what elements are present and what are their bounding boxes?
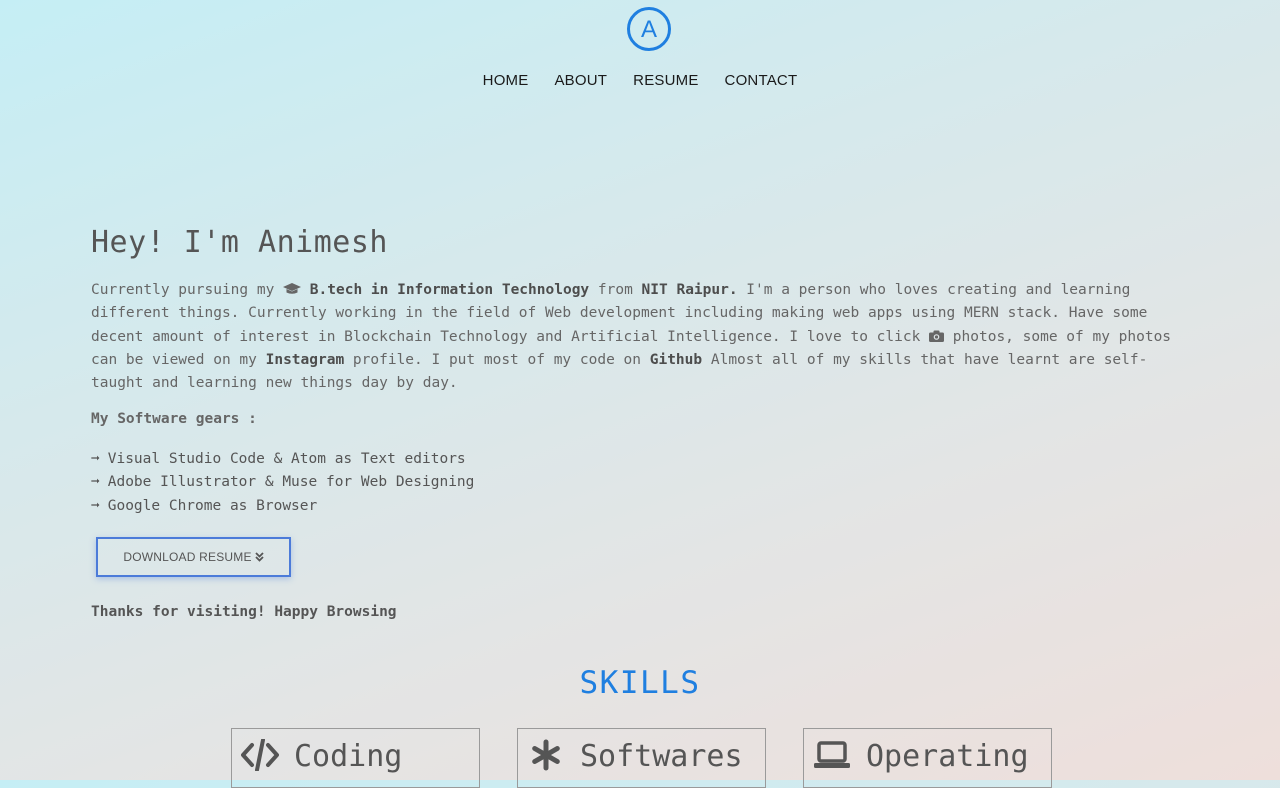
- skill-card-label: Operating: [866, 739, 1029, 774]
- list-item: ➞ Adobe Illustrator & Muse for Web Design…: [91, 471, 474, 494]
- gear-text: Adobe Illustrator & Muse for Web Designi…: [107, 474, 475, 491]
- skill-card-operating[interactable]: Operating: [803, 728, 1052, 788]
- camera-icon: [929, 330, 945, 342]
- download-resume-button[interactable]: DOWNLOAD RESUME: [96, 537, 291, 577]
- nav-about[interactable]: ABOUT: [541, 72, 620, 89]
- site-logo[interactable]: A: [626, 6, 672, 52]
- skill-card-coding[interactable]: Coding: [231, 728, 480, 788]
- gears-title: My Software gears :: [91, 411, 257, 427]
- intro-text-5: profile. I put most of my code on: [344, 351, 650, 368]
- intro-text-1: Currently pursuing my: [91, 282, 284, 298]
- main-nav: HOME ABOUT RESUME CONTACT: [0, 72, 1280, 89]
- skill-card-softwares[interactable]: Softwares: [517, 728, 766, 788]
- intro-paragraph: Currently pursuing my B.tech in Informat…: [91, 279, 1181, 395]
- logo-letter: A: [641, 16, 657, 43]
- graduation-cap-icon: [283, 283, 302, 294]
- nav-resume[interactable]: RESUME: [620, 72, 711, 89]
- nav-contact[interactable]: CONTACT: [712, 72, 811, 89]
- page-title: Hey! I'm Animesh: [91, 225, 388, 260]
- college-text: NIT Raipur.: [641, 282, 738, 298]
- arrow-right-icon: ➞: [91, 497, 100, 514]
- skill-card-label: Coding: [294, 739, 403, 774]
- arrow-right-icon: ➞: [91, 451, 100, 467]
- laptop-icon: [812, 737, 852, 773]
- instagram-link[interactable]: Instagram: [266, 352, 345, 368]
- skills-title: SKILLS: [579, 665, 701, 701]
- download-resume-label: DOWNLOAD RESUME: [123, 550, 252, 564]
- arrow-right-icon: ➞: [91, 474, 100, 491]
- github-link[interactable]: Github: [650, 352, 702, 368]
- gear-text: Visual Studio Code & Atom as Text editor…: [107, 451, 466, 467]
- nav-home[interactable]: HOME: [470, 72, 542, 89]
- asterisk-icon: [526, 737, 566, 773]
- list-item: ➞ Google Chrome as Browser: [91, 495, 474, 518]
- list-item: ➞ Visual Studio Code & Atom as Text edito…: [91, 448, 474, 471]
- gears-list: ➞ Visual Studio Code & Atom as Text edito…: [91, 448, 474, 518]
- double-chevron-down-icon: [255, 552, 264, 562]
- code-icon: [240, 737, 280, 773]
- thanks-message: Thanks for visiting! Happy Browsing: [91, 604, 397, 620]
- gear-text: Google Chrome as Browser: [107, 497, 318, 514]
- intro-text-2: from: [589, 282, 642, 298]
- degree-text: B.tech in Information Technology: [309, 282, 590, 298]
- skill-card-label: Softwares: [580, 739, 743, 774]
